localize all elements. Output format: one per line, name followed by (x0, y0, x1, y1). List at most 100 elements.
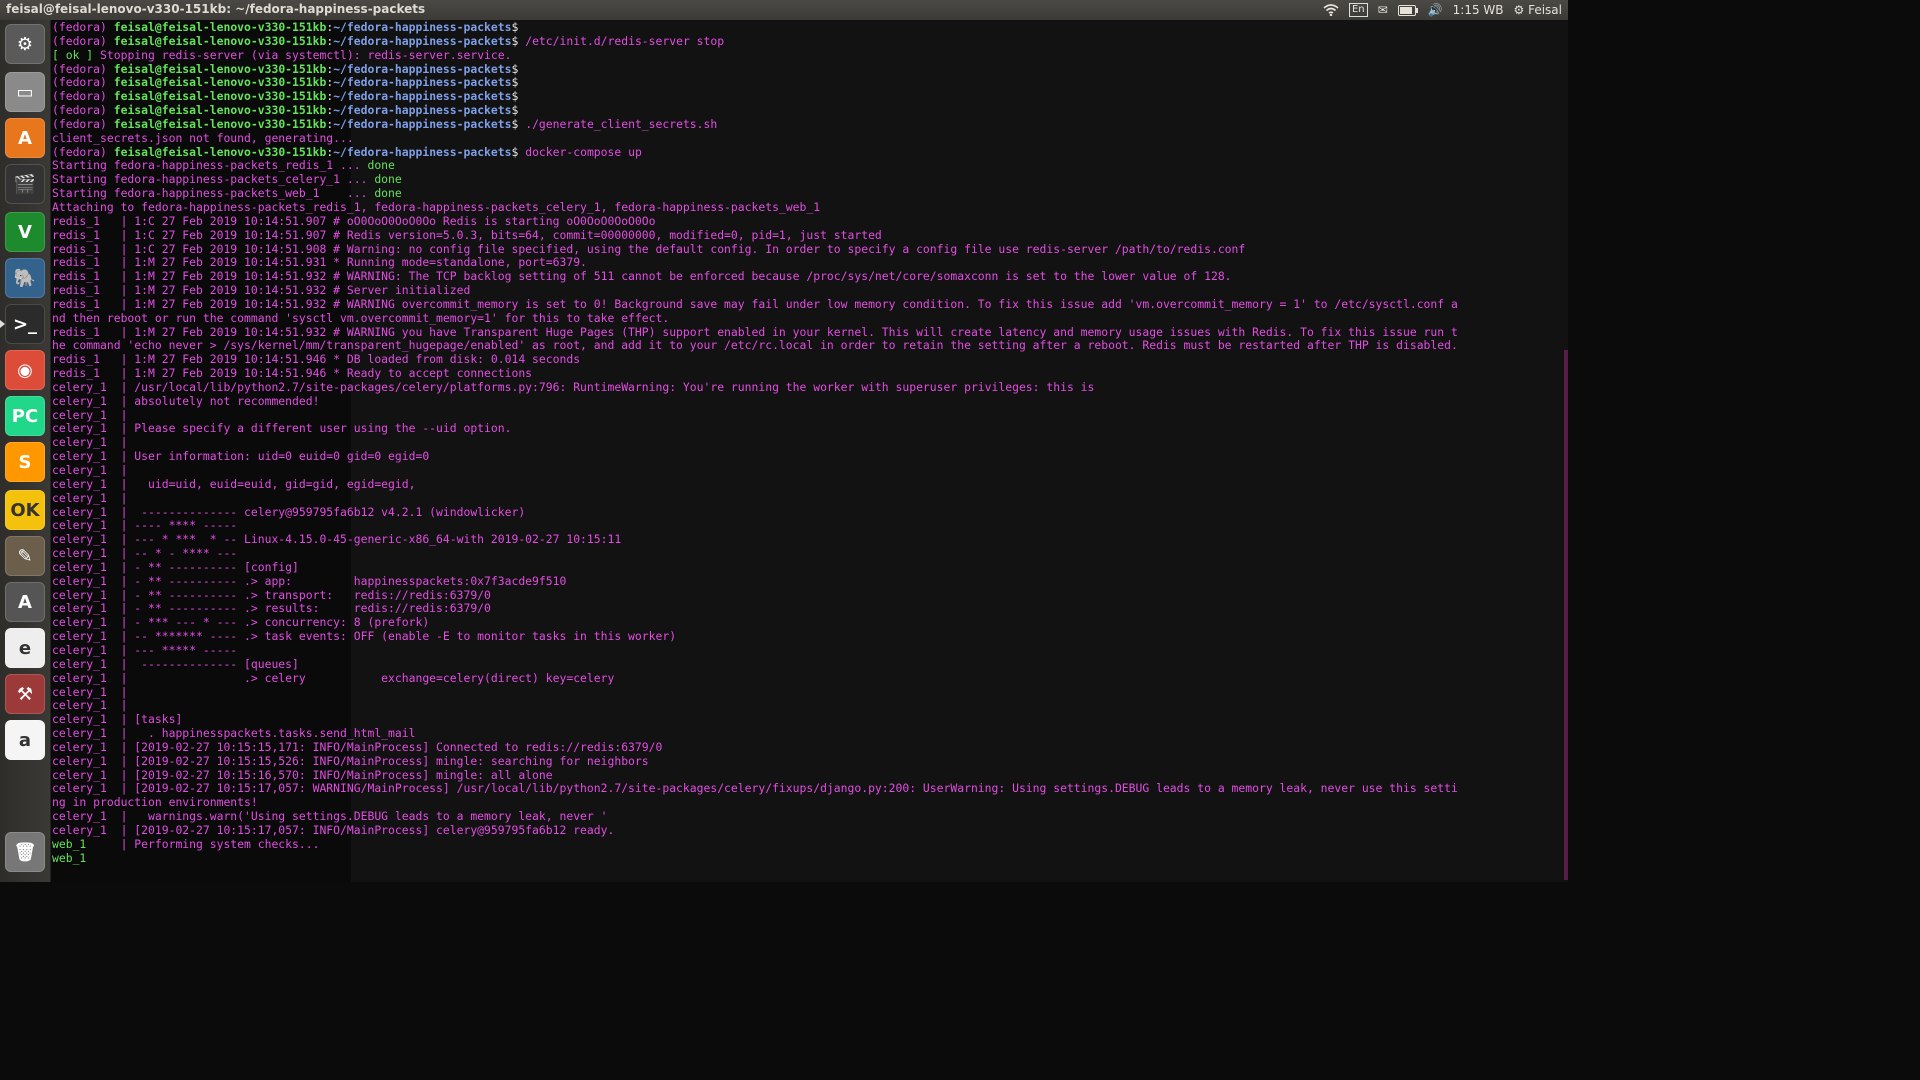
terminal-line: redis_1 | 1:M 27 Feb 2019 10:14:51.946 *… (52, 367, 1562, 381)
wifi-icon[interactable] (1323, 4, 1339, 16)
output-text: celery_1 | warnings.warn('Using settings… (52, 810, 608, 824)
output-text: Starting fedora-happiness-packets_celery… (52, 173, 375, 187)
prompt-env: (fedora) (52, 34, 114, 48)
prompt-sym: $ (511, 145, 526, 159)
tools-icon[interactable]: ⚒ (5, 674, 45, 714)
terminal-line: (fedora) feisal@feisal-lenovo-v330-151kb… (52, 90, 1562, 104)
output-text: celery_1 | - *** --- * --- .> concurrenc… (52, 616, 430, 630)
terminal-line: he command 'echo never > /sys/kernel/mm/… (52, 339, 1562, 353)
sublime-icon[interactable]: S (5, 442, 45, 482)
prompt-user: feisal@feisal-lenovo-v330-151kb (113, 104, 327, 118)
terminal-line: web_1 | Performing system checks... (52, 838, 1562, 852)
output-text: client_secrets.json not found, generatin… (52, 131, 354, 145)
clock[interactable]: 1:15 WB (1453, 3, 1504, 17)
amazon-icon[interactable]: a (5, 720, 45, 760)
keyboard-layout-indicator[interactable]: En (1348, 3, 1368, 17)
output-text: celery_1 | ---- **** ----- (52, 519, 245, 533)
output-text: redis_1 | 1:M 27 Feb 2019 10:14:51.946 *… (52, 353, 581, 367)
prompt-path: ~/fedora-happiness-packets (333, 104, 512, 118)
prompt-path: ~/fedora-happiness-packets (333, 62, 512, 76)
top-panel: feisal@feisal-lenovo-v330-151kb: ~/fedor… (0, 0, 1568, 20)
terminal-line: redis_1 | 1:C 27 Feb 2019 10:14:51.907 #… (52, 215, 1562, 229)
postgres-icon[interactable]: 🐘 (5, 258, 45, 298)
terminal-line: (fedora) feisal@feisal-lenovo-v330-151kb… (52, 35, 1562, 49)
output-text: celery_1 | (52, 464, 135, 477)
output-text: celery_1 | User information: uid=0 euid=… (52, 450, 430, 464)
output-text: celery_1 | Please specify a different us… (52, 422, 512, 436)
prompt-env: (fedora) (52, 117, 114, 131)
session-menu[interactable]: ⚙ Feisal (1514, 3, 1563, 17)
output-text: web_1 (52, 851, 121, 865)
terminal-line: redis_1 | 1:M 27 Feb 2019 10:14:51.931 *… (52, 256, 1562, 270)
terminal-line: redis_1 | 1:M 27 Feb 2019 10:14:51.932 #… (52, 270, 1562, 284)
command-text: /etc/init.d/redis-server stop (525, 34, 725, 48)
system-settings-icon[interactable]: ⚙ (5, 24, 45, 64)
output-text: celery_1 | -- * - **** --- (52, 547, 245, 561)
battery-icon[interactable] (1397, 4, 1418, 16)
terminal-line: (fedora) feisal@feisal-lenovo-v330-151kb… (52, 63, 1562, 77)
output-text: celery_1 | -------------- celery@959795f… (52, 505, 526, 519)
terminal-line: celery_1 | -------------- [queues] (52, 658, 1562, 672)
prompt-user: feisal@feisal-lenovo-v330-151kb (113, 21, 327, 34)
terminal-line: (fedora) feisal@feisal-lenovo-v330-151kb… (52, 104, 1562, 118)
terminal-line: celery_1 | [2019-02-27 10:15:17,057: INF… (52, 824, 1562, 838)
email-icon[interactable]: e (5, 628, 45, 668)
gimp-icon[interactable]: ✎ (5, 536, 45, 576)
prompt-path: ~/fedora-happiness-packets (333, 76, 512, 90)
prompt-env: (fedora) (52, 62, 114, 76)
vim-icon[interactable]: V (5, 212, 45, 252)
command-text: ./generate_client_secrets.sh (525, 117, 718, 131)
prompt-sym: $ (511, 117, 526, 131)
video-editor-icon[interactable]: 🎬 (5, 164, 45, 204)
output-text: celery_1 | [tasks] (52, 713, 183, 727)
terminal-scrollbar[interactable] (1564, 350, 1568, 880)
output-text: celery_1 | --- ***** ----- (52, 643, 245, 657)
mail-icon[interactable]: ✉ (1378, 3, 1388, 17)
prompt-env: (fedora) (52, 21, 114, 34)
terminal-line: celery_1 | - ** ---------- .> results: r… (52, 602, 1562, 616)
volume-icon[interactable]: 🔊 (1428, 3, 1443, 17)
terminal-line: celery_1 | User information: uid=0 euid=… (52, 450, 1562, 464)
update-manager-icon[interactable]: A (5, 582, 45, 622)
terminal-output: (fedora) feisal@feisal-lenovo-v330-151kb… (52, 21, 1562, 865)
chrome-icon[interactable]: ◉ (5, 350, 45, 390)
terminal-line: celery_1 | - ** ---------- .> transport:… (52, 589, 1562, 603)
terminal-line: celery_1 | (52, 436, 1562, 450)
terminal-line: celery_1 | [2019-02-27 10:15:16,570: INF… (52, 769, 1562, 783)
terminal-line: celery_1 | ---- **** ----- (52, 519, 1562, 533)
badge-app-icon[interactable]: OK (5, 490, 45, 530)
output-text: celery_1 | (52, 408, 135, 422)
terminal-line: Starting fedora-happiness-packets_celery… (52, 173, 1562, 187)
terminal-line: celery_1 | (52, 409, 1562, 423)
output-text: redis_1 | 1:C 27 Feb 2019 10:14:51.907 #… (52, 214, 656, 228)
prompt-env: (fedora) (52, 90, 114, 104)
terminal-line: web_1 (52, 852, 1562, 866)
terminal-line: celery_1 | . happinesspackets.tasks.send… (52, 727, 1562, 741)
terminal-icon[interactable]: >_ (0, 304, 45, 344)
output-text: celery_1 | absolutely not recommended! (52, 394, 320, 408)
terminal-line: celery_1 | -- * - **** --- (52, 547, 1562, 561)
terminal-line: Starting fedora-happiness-packets_web_1 … (52, 187, 1562, 201)
prompt-path: ~/fedora-happiness-packets (333, 90, 512, 104)
indicator-area: En ✉ 🔊 1:15 WB ⚙ Feisal (1323, 1, 1562, 19)
prompt-user: feisal@feisal-lenovo-v330-151kb (113, 34, 327, 48)
output-text: celery_1 | (52, 699, 135, 713)
terminal-line: Attaching to fedora-happiness-packets_re… (52, 201, 1562, 215)
prompt-env: (fedora) (52, 76, 114, 90)
software-center-icon[interactable]: A (5, 118, 45, 158)
terminal-line: celery_1 | [2019-02-27 10:15:15,526: INF… (52, 755, 1562, 769)
terminal-line: redis_1 | 1:M 27 Feb 2019 10:14:51.932 #… (52, 326, 1562, 340)
output-text: redis_1 | 1:M 27 Feb 2019 10:14:51.932 #… (52, 284, 471, 298)
output-text: celery_1 | (52, 436, 135, 450)
terminal-line: celery_1 | [2019-02-27 10:15:17,057: WAR… (52, 782, 1562, 796)
output-text: celery_1 | -------------- [queues] (52, 657, 299, 671)
pycharm-icon[interactable]: PC (5, 396, 45, 436)
trash-icon[interactable]: 🗑 (5, 832, 45, 872)
prompt-sym: $ (511, 76, 526, 90)
output-text: celery_1 | [2019-02-27 10:15:15,526: INF… (52, 754, 649, 768)
terminal-line: celery_1 | (52, 464, 1562, 478)
files-icon[interactable]: ▭ (5, 72, 45, 112)
terminal-window[interactable]: (fedora) feisal@feisal-lenovo-v330-151kb… (51, 20, 1568, 882)
output-text: done (367, 159, 395, 173)
terminal-line: celery_1 | Please specify a different us… (52, 422, 1562, 436)
